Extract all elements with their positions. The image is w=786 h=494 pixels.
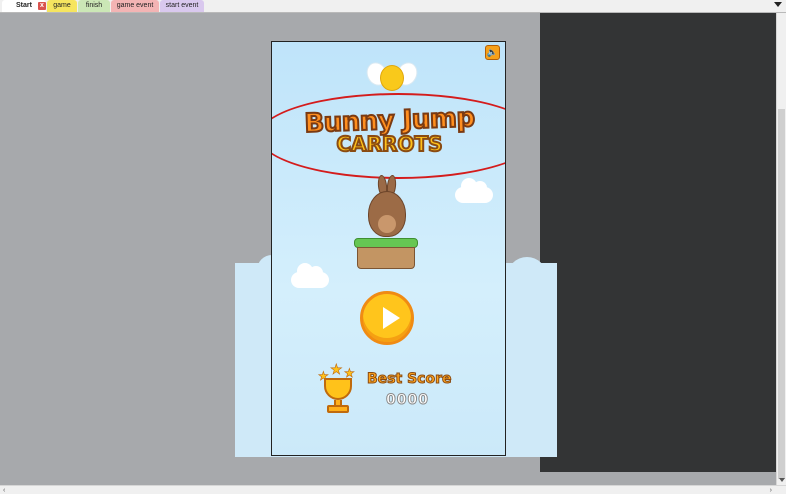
vertical-scrollbar-thumb[interactable] (778, 109, 785, 479)
speaker-icon: 🔈 (486, 47, 499, 57)
game-logo: Bunny Jump CARROTS (272, 93, 505, 179)
star-icon: ★ (330, 361, 343, 377)
game-viewport: 🔈 Bunny Jump CARROTS ★ ★ ★ Best Score 00… (271, 41, 506, 456)
vertical-scrollbar[interactable] (776, 13, 786, 485)
tab-list-dropdown-icon[interactable] (774, 2, 782, 7)
tab-game-label: game (53, 2, 71, 9)
tab-start-event[interactable]: start event (160, 0, 204, 12)
scroll-left-arrow-icon[interactable]: ‹ (3, 487, 5, 494)
cloud-sprite (455, 178, 493, 203)
bunny-belly (378, 215, 396, 233)
chick-body (380, 65, 404, 91)
tab-finish-label: finish (85, 2, 103, 9)
trophy-base (327, 405, 349, 413)
best-score-value: 0000 (386, 392, 429, 409)
bunny-sprite (365, 174, 409, 239)
logo-highlight-ellipse (272, 93, 505, 179)
trophy-cup (324, 378, 352, 400)
scroll-down-arrow-icon[interactable] (779, 478, 785, 482)
trophy-icon: ★ ★ ★ (318, 361, 358, 415)
tab-start-label: Start (16, 2, 32, 9)
tab-game[interactable]: game (47, 0, 77, 12)
sound-toggle-button[interactable]: 🔈 (485, 45, 500, 60)
tab-start[interactable]: Start x (2, 0, 46, 12)
grass-platform (354, 238, 418, 270)
tab-game-event-label: game event (116, 2, 154, 9)
event-sheet-tab-bar: Start x game finish game event start eve… (0, 0, 786, 13)
outside-layout-area (540, 13, 776, 472)
tab-finish[interactable]: finish (78, 0, 110, 12)
scroll-right-arrow-icon[interactable]: › (770, 487, 772, 494)
horizontal-scrollbar[interactable]: ‹ › (0, 485, 786, 494)
cloud-sprite (291, 263, 329, 288)
tab-close-icon[interactable]: x (38, 2, 46, 10)
play-button[interactable] (360, 291, 414, 345)
best-score-label: Best Score (366, 371, 452, 388)
play-icon (383, 307, 400, 329)
background-cloud-bump (507, 257, 547, 297)
tab-game-event[interactable]: game event (111, 0, 159, 12)
platform-dirt (357, 247, 415, 269)
tab-start-event-label: start event (165, 2, 199, 9)
